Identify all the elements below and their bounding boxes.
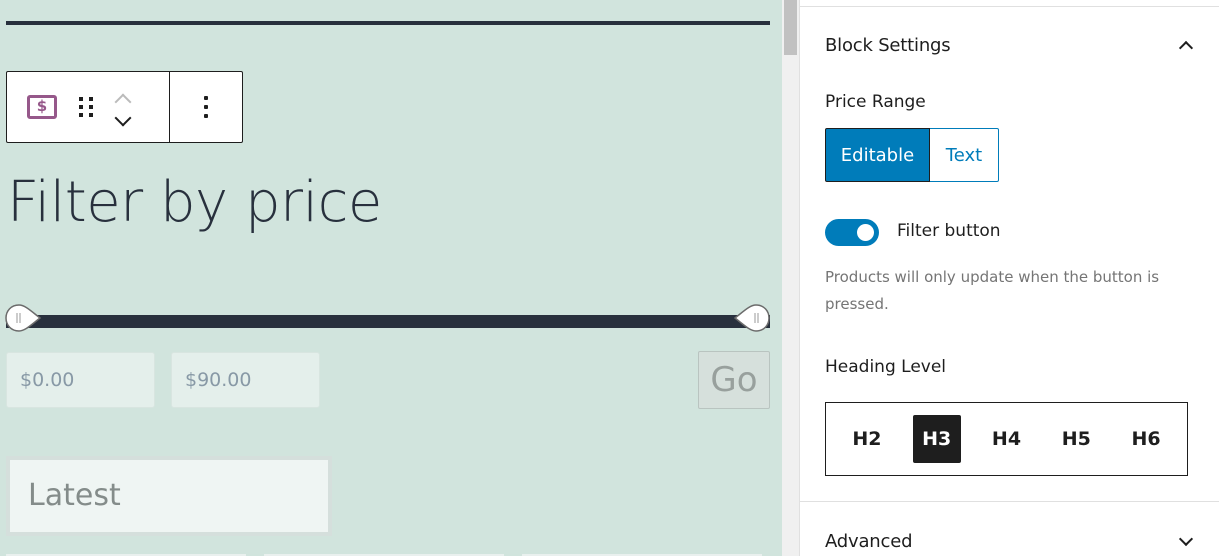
block-settings-title: Block Settings (825, 34, 951, 56)
heading-h5-button[interactable]: H5 (1052, 415, 1100, 463)
divider (800, 501, 1219, 502)
slider-handle-max[interactable] (733, 303, 770, 333)
price-filter-dollar-icon: $ (27, 95, 57, 119)
toggle-knob (857, 224, 874, 241)
heading-level-toolbar: H2 H3 H4 H5 H6 (825, 402, 1188, 476)
scrollbar-thumb[interactable] (784, 0, 797, 55)
drag-handle-icon[interactable] (79, 97, 93, 117)
heading-level-label: Heading Level (825, 357, 947, 377)
more-options-button[interactable] (204, 96, 208, 118)
chevron-up-icon (1178, 40, 1194, 56)
advanced-title: Advanced (825, 530, 913, 552)
slider-handle-min[interactable] (5, 303, 42, 333)
move-down-button[interactable] (114, 109, 132, 127)
divider (800, 6, 1219, 7)
separator-block[interactable] (6, 21, 770, 25)
max-price-input[interactable]: $90.00 (171, 352, 320, 408)
block-title[interactable]: Filter by price (7, 170, 382, 235)
go-button[interactable]: Go (698, 351, 770, 409)
settings-sidebar: Block Settings Price Range Editable Text… (799, 0, 1219, 556)
toolbar-main-group: $ (7, 72, 170, 142)
min-price-input[interactable]: $0.00 (6, 352, 155, 408)
heading-h2-button[interactable]: H2 (843, 415, 891, 463)
chevron-up-icon (114, 93, 132, 111)
price-range-editable-button[interactable]: Editable (825, 128, 930, 182)
chevron-down-icon (114, 109, 132, 127)
heading-h3-button[interactable]: H3 (912, 415, 961, 463)
price-range-label: Price Range (825, 92, 926, 112)
move-up-button[interactable] (114, 90, 132, 111)
more-vertical-icon (204, 96, 208, 100)
heading-h4-button[interactable]: H4 (982, 415, 1030, 463)
block-movers (114, 90, 132, 127)
filter-button-toggle[interactable] (825, 219, 879, 246)
price-range-text-button[interactable]: Text (930, 128, 999, 182)
block-toolbar: $ (6, 71, 243, 143)
heading-h6-button[interactable]: H6 (1122, 415, 1170, 463)
filter-button-label[interactable]: Filter button (897, 221, 1001, 241)
canvas-scrollbar[interactable] (782, 0, 799, 556)
sort-select[interactable]: Latest (6, 456, 332, 536)
block-settings-panel-toggle[interactable]: Block Settings (825, 25, 1195, 65)
advanced-panel-toggle[interactable]: Advanced (825, 521, 1195, 556)
block-type-button[interactable]: $ (27, 95, 57, 119)
price-range-toggle-group: Editable Text (825, 128, 999, 182)
chevron-down-icon (1178, 531, 1194, 547)
price-slider-track[interactable] (6, 315, 770, 328)
toolbar-more-group (170, 72, 242, 142)
filter-button-help-text: Products will only update when the butto… (825, 268, 1160, 313)
editor-canvas: $ Filter by price $0.00 $90.00 Go Latest (0, 0, 782, 556)
